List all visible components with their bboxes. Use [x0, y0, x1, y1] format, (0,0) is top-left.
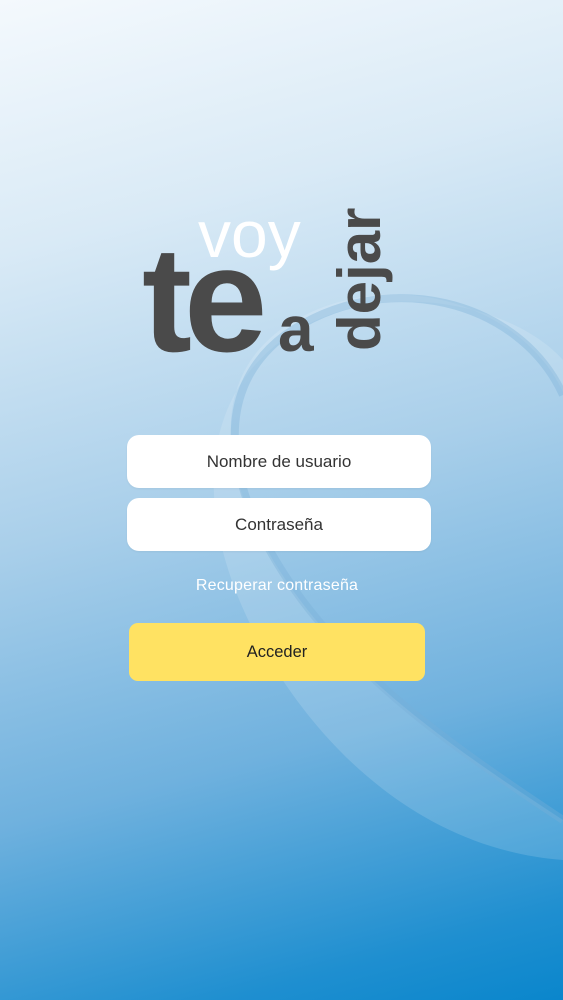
app-logo: te voy a dejar — [140, 195, 400, 383]
username-input[interactable]: Nombre de usuario — [127, 435, 431, 488]
login-screen: te voy a dejar Nombre de usuario Contras… — [0, 0, 563, 1000]
username-placeholder: Nombre de usuario — [206, 451, 352, 471]
password-placeholder: Contraseña — [235, 514, 323, 534]
logo-word-voy: voy — [198, 197, 301, 271]
logo-word-dejar: dejar — [326, 208, 393, 351]
logo-word-a: a — [278, 293, 314, 365]
password-input[interactable]: Contraseña — [127, 498, 431, 551]
login-button-label: Acceder — [246, 642, 308, 661]
recover-password-link[interactable]: Recuperar contraseña — [127, 577, 427, 595]
login-button[interactable]: Acceder — [129, 623, 425, 681]
